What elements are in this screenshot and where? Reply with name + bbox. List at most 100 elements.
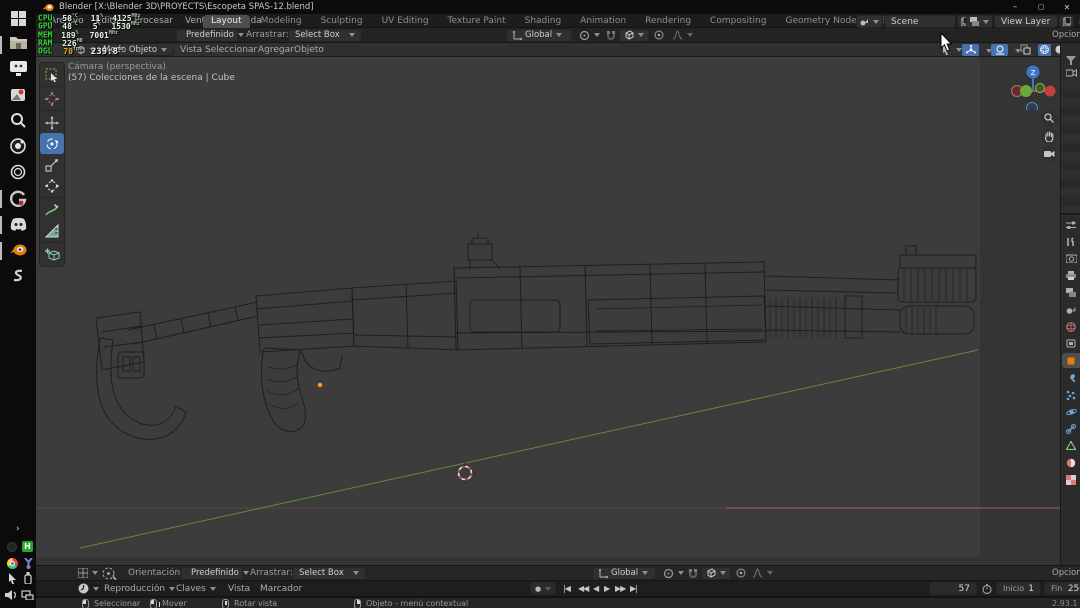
outliner-camera-row[interactable] [1064,67,1078,78]
tool-move[interactable] [40,112,64,133]
tool-measure[interactable] [40,220,64,241]
tab-material[interactable] [1062,455,1080,470]
tab-render[interactable] [1062,251,1080,266]
menu-procesar[interactable]: Procesar [128,16,179,26]
scene-name-field[interactable]: Scene [884,15,956,28]
tray-expand[interactable]: › [16,524,20,534]
window-titlebar[interactable]: Blender [X:\Blender 3D\PROYECTS\Escopeta… [36,0,1080,14]
search-app-button[interactable] [8,110,28,130]
properties-editor-icon[interactable] [1064,219,1078,231]
timeline-proportional-toggle[interactable] [736,568,746,578]
show-gizmo-toggle[interactable] [962,44,979,56]
orientation-dropdown[interactable]: Global [506,29,572,42]
tray-chrome-icon[interactable] [7,558,18,569]
tab-texture[interactable] [1062,472,1080,487]
current-frame-field[interactable]: 57 [929,582,977,595]
pivot-point-dropdown[interactable] [579,30,600,41]
tool-select-box[interactable] [40,64,64,85]
tray-status-dot-icon[interactable] [7,542,17,552]
blender-app-button[interactable] [8,240,28,260]
tab-data[interactable] [1062,438,1080,453]
mode-dropdown[interactable]: Modo Objeto [96,43,174,56]
view-layer-remove-button[interactable]: ✕ [1075,18,1080,26]
gizmo-z-negative[interactable] [1027,103,1038,111]
tab-uv-editing[interactable]: UV Editing [374,15,437,28]
tab-modifiers[interactable] [1062,370,1080,385]
scene-browse-button[interactable] [856,15,883,28]
gizmo-x-positive[interactable] [1045,86,1056,97]
tool-preset-dropdown[interactable]: Predefinido [176,29,238,42]
tab-sculpting[interactable]: Sculpting [313,15,371,28]
tab-rendering[interactable]: Rendering [637,15,699,28]
navigation-gizmo[interactable]: Z [1010,62,1056,110]
tweak-tool-icon[interactable] [102,567,118,580]
snap-toggle[interactable] [606,30,616,41]
play-reverse-button[interactable]: ◀ [590,584,601,593]
tab-texture-paint[interactable]: Texture Paint [440,15,514,28]
timeline-falloff-dropdown[interactable] [752,568,773,578]
timeline-snap-target-dropdown[interactable] [701,567,731,580]
timeline-options-dropdown[interactable]: Opciones [1052,568,1080,578]
zoom-button[interactable] [1041,110,1057,126]
play-button[interactable]: ▶ [601,584,612,593]
proportional-falloff-dropdown[interactable] [672,30,693,40]
menu-archivo[interactable]: Archivo [44,16,90,26]
tab-scene[interactable] [1062,302,1080,317]
outliner-filter-button[interactable] [1064,55,1078,67]
menu-reproduccion[interactable]: Reproducción [98,584,181,594]
menu-editar[interactable]: Editar [90,16,129,26]
tab-shading[interactable]: Shading [517,15,570,28]
ring-app-button[interactable] [8,162,28,182]
proportional-editing-toggle[interactable] [654,30,664,40]
camera-view-button[interactable] [1041,146,1057,162]
show-overlays-toggle[interactable] [991,44,1008,56]
select-mode-dropdown[interactable]: Select Box [288,29,362,42]
menu-objeto[interactable]: Objeto [288,45,330,55]
timeline-orientation-dropdown[interactable]: Global [592,567,656,580]
jump-to-start-button[interactable]: |◀ [560,584,573,593]
tray-steam-icon[interactable] [22,557,34,569]
snap-target-dropdown[interactable] [619,29,649,42]
frame-end-field[interactable]: Fin 250 [1044,582,1080,595]
gizmo-y-positive[interactable] [1020,85,1032,97]
menu-claves[interactable]: Claves [170,584,222,594]
close-button[interactable]: ✕ [1054,0,1080,14]
tray-network-icon[interactable] [21,589,34,600]
tab-world[interactable] [1062,319,1080,334]
view-layer-browse-button[interactable] [966,15,993,28]
tab-modeling[interactable]: Modeling [253,15,310,28]
next-keyframe-button[interactable]: ▶▶ [612,584,628,593]
prev-keyframe-button[interactable]: ◀◀ [575,584,591,593]
timeline-preset-dropdown[interactable]: Predefinido [181,567,243,580]
camera-app-button[interactable] [8,136,28,156]
options-dropdown[interactable]: Opciones [1052,30,1080,40]
timeline-editor-dropdown[interactable] [78,583,99,594]
pan-hand-button[interactable] [1041,128,1057,144]
tray-pointer-icon[interactable] [7,573,18,584]
timeline-pivot-dropdown[interactable] [663,568,684,579]
tab-animation[interactable]: Animation [572,15,634,28]
timeline-snap-toggle[interactable] [688,568,698,579]
tool-annotate[interactable] [40,199,64,220]
tool-scale[interactable] [40,154,64,175]
view-layer-name-field[interactable]: View Layer [994,15,1058,28]
start-button[interactable] [8,8,28,28]
tool-add-cube[interactable] [40,244,64,265]
tab-particles[interactable] [1062,387,1080,402]
tab-layout[interactable]: Layout [203,15,250,28]
tab-object[interactable] [1062,353,1080,368]
tab-physics[interactable] [1062,404,1080,419]
frame-start-field[interactable]: Inicio 1 [996,582,1041,595]
tab-collection[interactable] [1062,336,1080,351]
tray-hwinfo-icon[interactable]: H [22,541,33,552]
tool-transform[interactable] [40,175,64,196]
tab-view-layer[interactable] [1062,285,1080,300]
s-app-button[interactable] [8,266,28,286]
xray-toggle[interactable] [1020,44,1031,55]
timeline-editor-type-dropdown[interactable] [78,568,98,578]
menu-marcador[interactable]: Marcador [254,584,308,594]
minimize-button[interactable]: – [1002,0,1028,14]
jump-to-end-button[interactable]: ▶| [627,584,640,593]
view-layer-new-button[interactable] [1059,15,1074,28]
viewport-3d[interactable]: Cámara (perspectiva) (57) Colecciones de… [36,57,1060,565]
